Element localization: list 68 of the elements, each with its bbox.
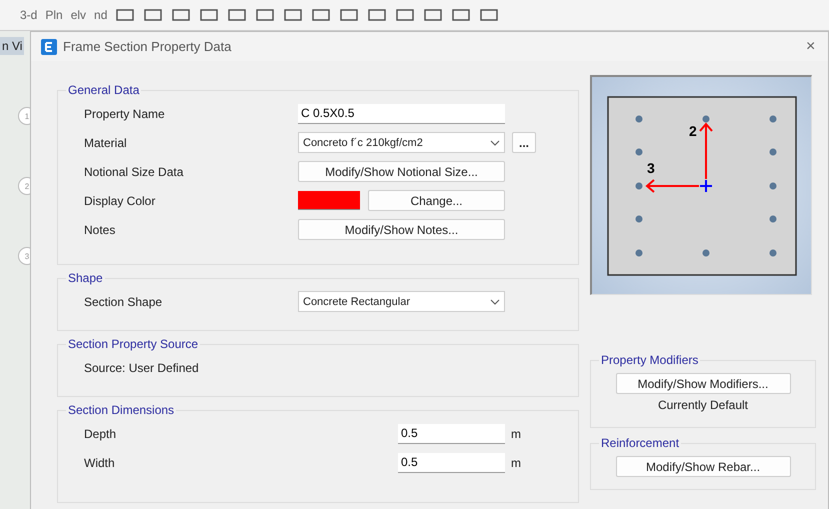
field-label: Width (84, 456, 116, 470)
toolbar-button[interactable]: Pln (45, 8, 63, 22)
unit-label: m (511, 426, 521, 440)
rebar-dot (635, 249, 642, 256)
rebar-dot (702, 115, 709, 122)
more-button[interactable]: ... (512, 132, 536, 153)
group-title: Shape (67, 271, 104, 285)
group-title: Property Modifiers (600, 353, 700, 367)
unit-label: m (511, 456, 521, 470)
chevron-icon (490, 298, 500, 304)
chevron-icon (490, 140, 500, 146)
rebar-dot (769, 249, 776, 256)
toolbar-icon[interactable] (311, 7, 332, 23)
rebar-dot (635, 115, 642, 122)
change-button[interactable]: Change... (368, 190, 505, 211)
toolbar-button[interactable]: elv (70, 8, 86, 22)
rebar-dot (769, 115, 776, 122)
toolbar-icon[interactable] (339, 7, 360, 23)
toolbar-icon[interactable] (171, 7, 192, 23)
group-title: Section Property Source (67, 337, 200, 351)
toolbar-button[interactable]: nd (94, 8, 108, 22)
material-dropdown[interactable]: Concreto f´c 210kgf/cm2 (298, 132, 505, 153)
input-field[interactable]: 0.5 (398, 424, 505, 444)
rebar-dot (635, 182, 642, 189)
toolbar-icon[interactable] (227, 7, 248, 23)
rebar-button[interactable]: Modify/Show Rebar... (616, 456, 790, 477)
field-label: Depth (84, 426, 118, 440)
notes-button[interactable]: Modify/Show Notes... (298, 219, 505, 240)
toolbar-icon[interactable] (367, 7, 388, 23)
field-label: Section Shape (84, 294, 164, 308)
toolbar-icon[interactable] (423, 7, 444, 23)
toolbar-icon[interactable] (479, 7, 500, 23)
field-label: Notional Size Data (84, 164, 184, 178)
toolbar-icon[interactable] (143, 7, 164, 23)
field-label: Notes (84, 222, 116, 236)
group-title: Reinforcement (600, 436, 680, 450)
toolbar-icon[interactable] (283, 7, 304, 23)
group-title: General Data (67, 83, 140, 97)
rebar-dot (769, 182, 776, 189)
toolbar-button[interactable]: 3-d (20, 8, 38, 22)
rebar-dot (769, 148, 776, 155)
rebar-dot (635, 215, 642, 222)
toolbar-icon[interactable] (199, 7, 220, 23)
axis-label: 3 (646, 160, 654, 176)
modifiers-button[interactable]: Modify/Show Modifiers... (616, 373, 790, 394)
status-text: Currently Default (658, 398, 748, 412)
window-title: Frame Section Property Data (63, 39, 232, 54)
field-label: Property Name (84, 106, 166, 120)
toolbar-icon[interactable] (115, 7, 136, 23)
toolbar-icon[interactable] (395, 7, 416, 23)
source-text: Source: User Defined (84, 360, 200, 374)
shape-dropdown[interactable]: Concrete Rectangular (298, 291, 505, 312)
axis-label: 2 (688, 122, 696, 138)
app-icon (41, 38, 57, 54)
rebar-dot (635, 148, 642, 155)
rebar-dot (702, 249, 709, 256)
group-title: Section Dimensions (67, 403, 176, 417)
origin-icon (698, 178, 712, 192)
toolbar-icon[interactable] (255, 7, 276, 23)
close-button[interactable]: × (806, 38, 820, 56)
notional-size-button[interactable]: Modify/Show Notional Size... (298, 161, 505, 182)
view-tab[interactable]: n Vi (0, 37, 24, 55)
field-label: Display Color (84, 194, 156, 208)
input-field[interactable]: 0.5 (398, 452, 505, 472)
input-field[interactable]: C 0.5X0.5 (298, 104, 505, 124)
toolbar-icon[interactable] (451, 7, 472, 23)
rebar-dot (769, 215, 776, 222)
field-label: Material (84, 136, 128, 150)
